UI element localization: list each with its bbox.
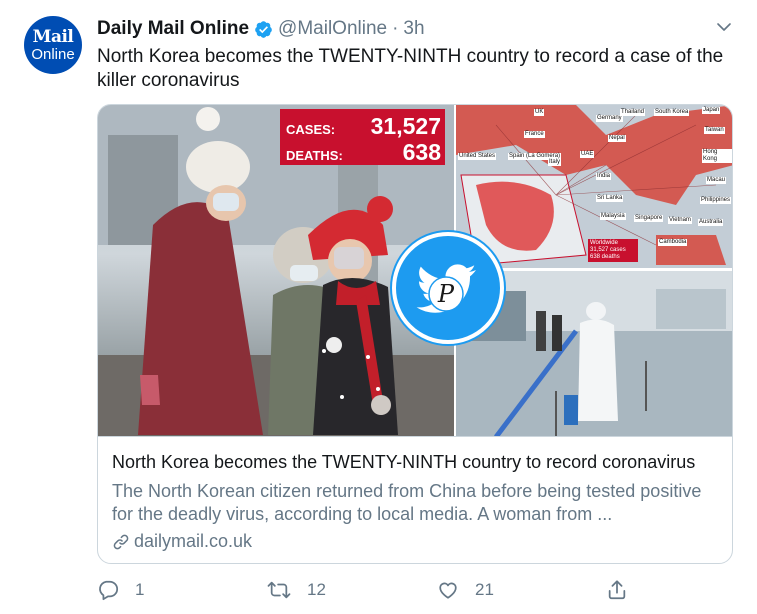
- avatar-line-online: Online: [31, 45, 75, 63]
- reply-button[interactable]: 1: [97, 575, 144, 605]
- tweet-header: Daily Mail Online @MailOnline · 3h: [97, 17, 425, 41]
- card-image[interactable]: CASES: 31,527 DEATHS: 638 UK Germany Tha…: [98, 105, 732, 437]
- tweet-actions: 1 12 21: [97, 575, 637, 605]
- map-label-south-korea: South Korea: [654, 109, 690, 116]
- stats-banner: CASES: 31,527 DEATHS: 638: [280, 109, 445, 165]
- reply-count: 1: [135, 580, 145, 599]
- deaths-label: DEATHS:: [286, 148, 343, 163]
- map-label-germany: Germany: [596, 115, 623, 122]
- map-label-singapore: Singapore: [634, 215, 664, 222]
- map-label-sri-lanka: Sri Lanka: [596, 195, 624, 202]
- chevron-down-icon[interactable]: [712, 15, 736, 39]
- map-label-japan: Japan: [702, 107, 721, 114]
- avatar-line-mail: Mail: [32, 26, 74, 47]
- worldwide-cases: 31,527 cases: [590, 247, 626, 253]
- map-label-france: France: [524, 131, 545, 138]
- map-label-macau: Macau: [706, 177, 727, 184]
- card-domain-text: dailymail.co.uk: [134, 531, 253, 551]
- reply-icon: [99, 580, 118, 601]
- twitter-bird-icon: P: [416, 264, 476, 313]
- tweet-text: North Korea becomes the TWENTY-NINTH cou…: [97, 46, 724, 91]
- twitter-logo-overlay: P: [392, 232, 504, 344]
- worldwide-box: Worldwide 31,527 cases 638 deaths: [588, 239, 638, 262]
- handle[interactable]: @MailOnline: [278, 18, 387, 40]
- tweet[interactable]: Mail Online Daily Mail Online @MailOnlin…: [0, 0, 757, 614]
- cases-value: 31,527: [370, 113, 441, 139]
- card-description: The North Korean citizen returned from C…: [112, 481, 702, 524]
- retweet-icon: [267, 581, 291, 599]
- retweet-button[interactable]: 12: [267, 575, 326, 605]
- card-domain[interactable]: dailymail.co.uk: [112, 530, 722, 553]
- map-label-vietnam: Vietnam: [668, 217, 692, 224]
- worldwide-deaths: 638 deaths: [590, 254, 620, 260]
- map-label-nepal: Nepal: [608, 135, 626, 142]
- verified-badge-icon: [255, 20, 272, 38]
- share-button[interactable]: [606, 575, 644, 605]
- map-label-uae: UAE: [580, 151, 595, 158]
- like-count: 21: [475, 580, 494, 599]
- card-title[interactable]: North Korea becomes the TWENTY-NINTH cou…: [112, 451, 722, 474]
- map-label-cambodia: Cambodia: [658, 239, 688, 246]
- like-button[interactable]: 21: [437, 575, 494, 605]
- retweet-count: 12: [307, 580, 326, 599]
- map-label-thailand: Thailand: [620, 109, 646, 116]
- separator-dot: ·: [392, 18, 399, 39]
- svg-text:P: P: [437, 280, 455, 308]
- map-label-australia: Australia: [698, 219, 724, 226]
- map-label-taiwan: Taiwan: [704, 127, 725, 134]
- cases-label: CASES:: [286, 122, 336, 137]
- timestamp[interactable]: 3h: [403, 18, 424, 40]
- link-icon: [113, 534, 129, 549]
- map-label-india: India: [596, 173, 612, 180]
- share-icon: [608, 580, 626, 600]
- map-label-hong-kong: Hong Kong: [702, 149, 732, 163]
- map-label-italy: Italy: [548, 159, 562, 166]
- heart-icon: [439, 582, 457, 599]
- map-label-uk: UK: [534, 109, 545, 116]
- deaths-value: 638: [402, 139, 441, 165]
- map-label-philippines: Philippines: [700, 197, 732, 204]
- map-label-united-states: United States: [458, 153, 497, 160]
- link-card[interactable]: CASES: 31,527 DEATHS: 638 UK Germany Tha…: [97, 104, 733, 564]
- display-name[interactable]: Daily Mail Online: [97, 18, 249, 40]
- avatar[interactable]: Mail Online: [24, 16, 82, 74]
- worldwide-label: Worldwide: [590, 240, 618, 246]
- card-body[interactable]: North Korea becomes the TWENTY-NINTH cou…: [112, 451, 722, 553]
- map-label-malaysia: Malaysia: [600, 213, 626, 220]
